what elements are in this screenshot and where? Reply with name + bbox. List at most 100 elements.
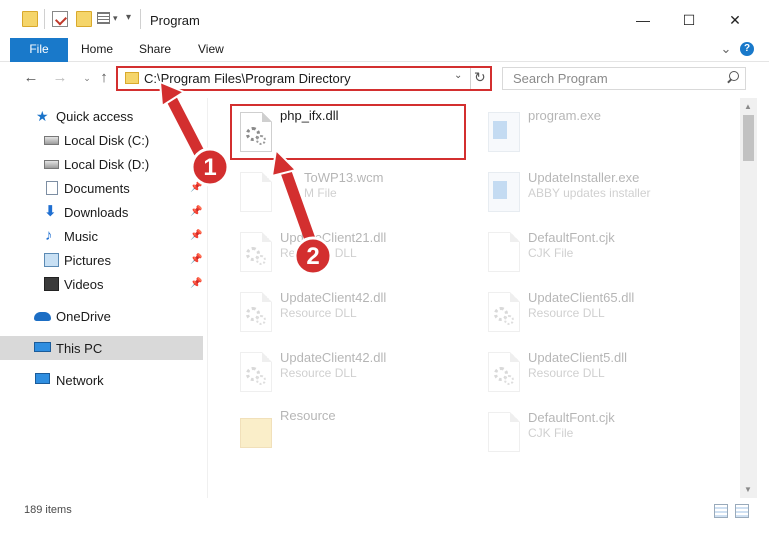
properties-icon[interactable] xyxy=(52,11,68,27)
file-item-updateclient42-dll[interactable]: UpdateClient42.dll Resource DLL xyxy=(232,282,472,340)
tab-home[interactable]: Home xyxy=(81,38,113,62)
search-input[interactable]: Search Program xyxy=(502,67,746,90)
expand-ribbon-icon[interactable]: ⌄ xyxy=(718,41,734,57)
file-name: UpdateClient21.dll xyxy=(280,230,387,245)
pictures-icon xyxy=(44,253,59,267)
folder-icon xyxy=(22,11,38,27)
divider xyxy=(44,9,45,29)
sidebar-item-label: Local Disk (C:) xyxy=(64,133,150,148)
sidebar-item-music[interactable]: ♪ Music 📌 xyxy=(0,224,203,248)
scroll-thumb[interactable] xyxy=(743,115,754,161)
file-type: CJK File xyxy=(528,426,574,440)
address-dropdown-icon[interactable]: ⌄ xyxy=(454,70,462,81)
address-bar[interactable]: C:\Program Files\Program Directory ⌄ ↻ xyxy=(116,66,492,91)
maximize-button[interactable]: ☐ xyxy=(666,0,712,38)
file-item-defaultfont-cjk[interactable]: DefaultFont.cjk CJK File xyxy=(480,222,720,280)
file-item-updateclient42-dll[interactable]: UpdateClient42.dll Resource DLL xyxy=(232,342,472,400)
file-name: program.exe xyxy=(528,108,601,123)
chevron-down-icon[interactable]: ▾ xyxy=(113,13,123,29)
file-icon xyxy=(488,412,520,452)
help-icon[interactable]: ? xyxy=(740,42,754,56)
file-name: DefaultFont.cjk xyxy=(528,230,615,245)
details-view-icon[interactable] xyxy=(714,504,728,518)
close-button[interactable]: ✕ xyxy=(712,0,758,38)
sidebar-item-local-disk-d[interactable]: Local Disk (D:) xyxy=(0,152,203,176)
tab-file[interactable]: File xyxy=(10,38,68,62)
file-type: Resource DLL xyxy=(280,246,357,260)
title-bar: ▾ ▾ Program — ☐ ✕ xyxy=(0,0,769,38)
network-icon xyxy=(35,373,50,384)
pin-icon[interactable]: 📌 xyxy=(190,278,202,289)
sidebar-item-label: Quick access xyxy=(56,109,134,124)
sidebar-item-network[interactable]: Network xyxy=(0,368,203,392)
folder-icon xyxy=(125,72,139,84)
window-title: Program xyxy=(150,13,200,28)
pin-icon[interactable]: 📌 xyxy=(190,182,202,193)
status-bar: 189 items xyxy=(0,498,769,539)
file-item-updateinstaller-exe[interactable]: UpdateInstaller.exe ABBY updates install… xyxy=(480,162,720,220)
sidebar-item-local-disk-c[interactable]: Local Disk (C:) xyxy=(0,128,203,152)
new-folder-icon[interactable] xyxy=(76,11,92,27)
large-icons-view-icon[interactable] xyxy=(735,504,749,518)
videos-icon xyxy=(44,277,59,291)
pin-icon[interactable]: 📌 xyxy=(190,206,202,217)
sidebar-item-label: Network xyxy=(56,373,104,388)
file-type: Resource DLL xyxy=(528,366,605,380)
sidebar-item-pictures[interactable]: Pictures 📌 xyxy=(0,248,203,272)
item-count: 189 items xyxy=(24,504,72,516)
ribbon: File Home Share View ⌄ ? xyxy=(0,38,769,62)
dll-file-icon xyxy=(488,352,520,392)
address-path[interactable]: C:\Program Files\Program Directory xyxy=(144,71,351,86)
file-name: ToWP13.wcm xyxy=(304,170,384,185)
file-icon xyxy=(240,172,272,212)
search-icon[interactable] xyxy=(726,71,739,84)
documents-icon xyxy=(46,181,58,195)
file-item-updateclient65-dll[interactable]: UpdateClient65.dll Resource DLL xyxy=(480,282,720,340)
file-name: UpdateClient42.dll xyxy=(280,350,387,365)
sidebar-item-label: Pictures xyxy=(64,253,111,268)
file-item-updateclient21-dll[interactable]: UpdateClient21.dll Resource DLL xyxy=(232,222,472,280)
file-item-wcm[interactable]: ToWP13.wcm M File xyxy=(232,162,472,220)
dll-file-icon xyxy=(488,292,520,332)
file-item-updateclient5-dll[interactable]: UpdateClient5.dll Resource DLL xyxy=(480,342,720,400)
customize-icon[interactable] xyxy=(97,12,110,24)
sidebar-item-onedrive[interactable]: OneDrive xyxy=(0,304,203,328)
file-item-defaultfont-cjk[interactable]: DefaultFont.cjk CJK File xyxy=(480,402,720,460)
sidebar-item-quick-access[interactable]: ★ Quick access xyxy=(0,104,203,128)
sidebar-item-label: Downloads xyxy=(64,205,129,220)
sidebar-item-documents[interactable]: Documents 📌 xyxy=(0,176,203,200)
back-button[interactable]: ← xyxy=(21,68,41,88)
up-button[interactable]: ↑ xyxy=(94,68,114,88)
sidebar-item-this-pc[interactable]: This PC xyxy=(0,336,203,360)
scroll-down-icon[interactable]: ▼ xyxy=(744,485,752,494)
pin-icon[interactable]: 📌 xyxy=(190,254,202,265)
sidebar-item-videos[interactable]: Videos 📌 xyxy=(0,272,203,296)
divider xyxy=(470,68,471,89)
vertical-scrollbar[interactable]: ▲ ▼ xyxy=(740,98,757,498)
exe-file-icon xyxy=(488,112,520,152)
forward-button[interactable]: → xyxy=(50,68,70,88)
scroll-up-icon[interactable]: ▲ xyxy=(744,102,752,111)
file-type: M File xyxy=(304,186,337,200)
file-type: CJK File xyxy=(528,246,574,260)
folder-item-resource[interactable]: Resource xyxy=(232,402,472,460)
pin-icon[interactable]: 📌 xyxy=(190,230,202,241)
drive-icon xyxy=(44,160,59,169)
file-item-program-exe[interactable]: program.exe xyxy=(480,102,720,160)
navigation-pane: ★ Quick access Local Disk (C:) Local Dis… xyxy=(0,98,207,498)
sidebar-item-downloads[interactable]: ⬇ Downloads 📌 xyxy=(0,200,203,224)
file-type: Resource DLL xyxy=(528,306,605,320)
file-name: UpdateClient5.dll xyxy=(528,350,628,365)
file-name: UpdateClient42.dll xyxy=(280,290,387,305)
download-icon: ⬇ xyxy=(44,203,57,220)
minimize-button[interactable]: — xyxy=(620,0,666,38)
sidebar-item-label: OneDrive xyxy=(56,309,111,324)
refresh-button[interactable]: ↻ xyxy=(474,69,486,86)
tab-share[interactable]: Share xyxy=(139,38,171,62)
tab-view[interactable]: View xyxy=(198,38,224,62)
folder-icon xyxy=(240,418,272,448)
file-type: Resource DLL xyxy=(280,366,357,380)
file-name: DefaultFont.cjk xyxy=(528,410,615,425)
star-icon: ★ xyxy=(36,108,49,124)
qat-dropdown-icon[interactable]: ▾ xyxy=(126,12,136,28)
